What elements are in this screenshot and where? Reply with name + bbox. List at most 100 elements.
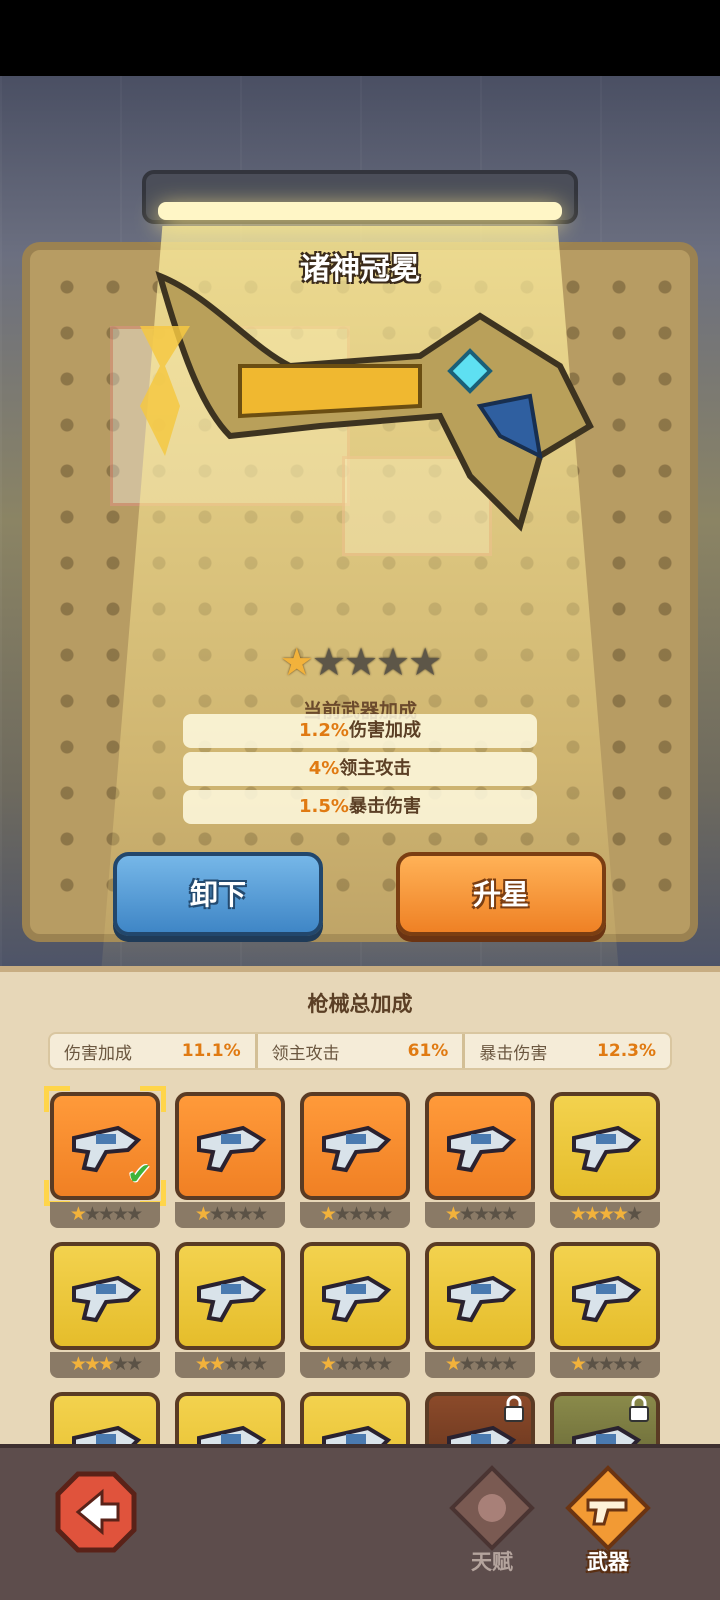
selection-corner <box>44 1086 70 1112</box>
total-bonus-bar: 伤害加成 11.1% 领主攻击 61% 暴击伤害 12.3% <box>48 1032 672 1070</box>
star-empty-icon: ★ <box>97 1203 115 1225</box>
star-empty-icon: ★ <box>362 1353 379 1375</box>
talent-label: 天赋 <box>471 1550 513 1574</box>
weapon-card[interactable] <box>300 1242 410 1350</box>
star-empty-icon: ★ <box>376 1203 393 1225</box>
weapon-star-rating: ★★★★★ <box>550 1202 660 1228</box>
teal-shotgun-icon <box>197 1125 267 1173</box>
weapon-card[interactable] <box>50 1242 160 1350</box>
star-filled-icon: ★ <box>444 1203 462 1225</box>
star-filled-icon: ★ <box>319 1203 337 1225</box>
talent-icon <box>449 1465 535 1551</box>
star-filled-icon: ★ <box>194 1353 212 1375</box>
star-empty-icon: ★ <box>408 640 442 684</box>
back-arrow-icon[interactable] <box>54 1470 138 1554</box>
star-empty-icon: ★ <box>112 1203 129 1225</box>
weapon-star-rating: ★★★★★ <box>425 1202 535 1228</box>
white-gold-gun-icon <box>447 1125 517 1173</box>
star-filled-icon: ★ <box>97 1353 115 1375</box>
star-filled-icon: ★ <box>583 1203 601 1225</box>
star-filled-icon: ★ <box>569 1353 587 1375</box>
star-empty-icon: ★ <box>501 1353 518 1375</box>
star-empty-icon: ★ <box>347 1353 365 1375</box>
bottom-nav: 天赋 武器 <box>0 1444 720 1600</box>
star-empty-icon: ★ <box>376 1353 393 1375</box>
crown-weapon-image <box>140 270 594 532</box>
star-empty-icon: ★ <box>347 1203 365 1225</box>
star-empty-icon: ★ <box>583 1353 601 1375</box>
star-empty-icon: ★ <box>362 1203 379 1225</box>
star-empty-icon: ★ <box>343 640 378 684</box>
star-empty-icon: ★ <box>626 1353 643 1375</box>
star-empty-icon: ★ <box>376 640 410 684</box>
star-empty-icon: ★ <box>333 1203 351 1225</box>
star-empty-icon: ★ <box>251 1353 268 1375</box>
star-filled-icon: ★ <box>69 1203 87 1225</box>
star-empty-icon: ★ <box>112 1353 129 1375</box>
weapon-star-rating: ★★★★★ <box>0 640 720 684</box>
star-empty-icon: ★ <box>251 1203 268 1225</box>
nav-tab-talent[interactable]: 天赋 <box>442 1464 542 1584</box>
star-empty-icon: ★ <box>237 1203 254 1225</box>
upgrade-star-button[interactable]: 升星 <box>396 852 606 936</box>
red-launcher-icon <box>572 1125 642 1173</box>
star-empty-icon: ★ <box>458 1353 476 1375</box>
bonus-row-lord-attack: 4%领主攻击 <box>183 752 537 786</box>
status-bar <box>0 0 720 76</box>
star-empty-icon: ★ <box>222 1203 240 1225</box>
bonus-row-damage: 1.2%伤害加成 <box>183 714 537 748</box>
weapon-card[interactable] <box>175 1092 285 1200</box>
star-filled-icon: ★ <box>69 1353 87 1375</box>
star-empty-icon: ★ <box>472 1353 490 1375</box>
total-crit-damage: 暴击伤害 12.3% <box>462 1034 670 1068</box>
star-filled-icon: ★ <box>194 1203 212 1225</box>
total-lord-attack: 领主攻击 61% <box>254 1034 463 1068</box>
star-empty-icon: ★ <box>126 1203 143 1225</box>
weapon-card[interactable] <box>175 1242 285 1350</box>
weapon-star-rating: ★★★★★ <box>175 1202 285 1228</box>
nav-tab-weapon[interactable]: 武器 <box>558 1464 658 1584</box>
star-empty-icon: ★ <box>126 1353 143 1375</box>
weapon-card[interactable] <box>425 1092 535 1200</box>
star-empty-icon: ★ <box>237 1353 254 1375</box>
star-empty-icon: ★ <box>597 1353 615 1375</box>
selection-corner <box>140 1086 166 1112</box>
lock-icon <box>629 1395 649 1422</box>
unequip-button[interactable]: 卸下 <box>113 852 323 936</box>
star-filled-icon: ★ <box>444 1353 462 1375</box>
weapon-tab-icon <box>565 1465 651 1551</box>
star-empty-icon: ★ <box>626 1203 643 1225</box>
star-empty-icon: ★ <box>472 1203 490 1225</box>
weapon-card[interactable] <box>300 1092 410 1200</box>
star-empty-icon: ★ <box>612 1353 629 1375</box>
silver-rifle-icon <box>72 1275 142 1323</box>
wrench-gun-icon <box>197 1275 267 1323</box>
star-empty-icon: ★ <box>311 640 346 684</box>
weapon-card[interactable] <box>550 1242 660 1350</box>
star-empty-icon: ★ <box>501 1203 518 1225</box>
total-damage-bonus: 伤害加成 11.1% <box>64 1041 241 1064</box>
weapon-card[interactable] <box>550 1092 660 1200</box>
weapon-star-rating: ★★★★★ <box>425 1352 535 1378</box>
dragon-gun-icon <box>447 1275 517 1323</box>
star-empty-icon: ★ <box>487 1203 504 1225</box>
weapon-star-rating: ★★★★★ <box>550 1352 660 1378</box>
weapon-star-rating: ★★★★★ <box>50 1202 160 1228</box>
star-filled-icon: ★ <box>569 1203 587 1225</box>
star-empty-icon: ★ <box>222 1353 240 1375</box>
star-filled-icon: ★ <box>279 640 314 684</box>
star-empty-icon: ★ <box>83 1203 101 1225</box>
star-empty-icon: ★ <box>208 1203 226 1225</box>
red-blaster-icon <box>322 1125 392 1173</box>
star-filled-icon: ★ <box>83 1353 101 1375</box>
star-filled-icon: ★ <box>319 1353 337 1375</box>
star-filled-icon: ★ <box>612 1203 629 1225</box>
star-filled-icon: ★ <box>597 1203 615 1225</box>
star-filled-icon: ★ <box>208 1353 226 1375</box>
turtle-cannon-icon <box>322 1275 392 1323</box>
star-empty-icon: ★ <box>458 1203 476 1225</box>
weapon-card[interactable] <box>425 1242 535 1350</box>
star-empty-icon: ★ <box>487 1353 504 1375</box>
bonus-row-crit-damage: 1.5%暴击伤害 <box>183 790 537 824</box>
total-bonus-title: 枪械总加成 <box>307 992 413 1016</box>
